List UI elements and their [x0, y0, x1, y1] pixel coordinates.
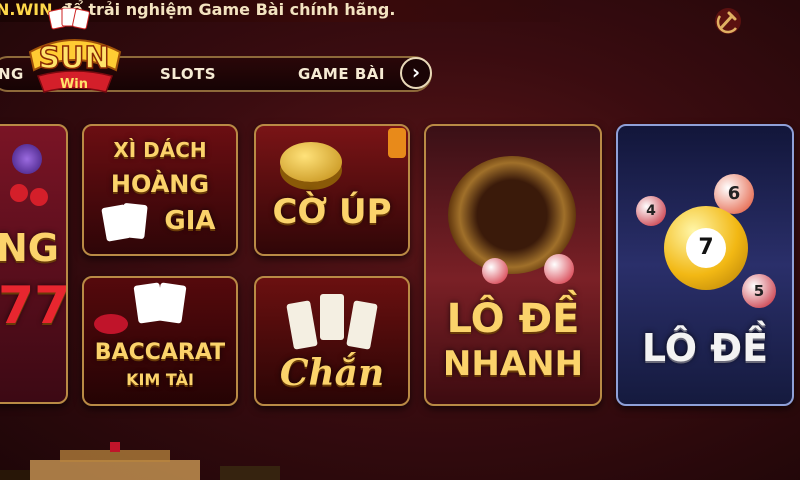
chess-piece-icon	[280, 142, 342, 182]
tab-slots[interactable]: SLOTS	[160, 65, 216, 83]
hammer-sickle-icon[interactable]	[712, 6, 744, 36]
phone-icon	[388, 128, 406, 158]
game-tile-co-up[interactable]: CỜ ÚP	[254, 124, 410, 256]
game-title-line2: NHANH	[442, 344, 584, 384]
chan-card-icon	[320, 294, 344, 340]
game-title-line2: HOÀNG	[110, 170, 210, 198]
tab-partial[interactable]: NG	[0, 65, 24, 83]
game-title-line1: LÔ ĐỀ	[446, 296, 580, 342]
city-skyline-decoration	[0, 442, 280, 480]
game-tile-lo-de-nhanh[interactable]: LÔ ĐỀ NHANH	[424, 124, 602, 406]
game-title-line1: XÌ DÁCH	[113, 138, 207, 162]
cherry-icon	[30, 188, 48, 206]
lottery-ball-icon	[544, 254, 574, 284]
playing-card-icon	[155, 282, 187, 324]
slots-tile-text: NG	[0, 226, 59, 270]
chip-icon	[94, 314, 128, 334]
game-tile-chan[interactable]: Chắn	[254, 276, 410, 406]
tab-game-bai[interactable]: GAME BÀI	[298, 65, 385, 83]
chan-card-icon	[286, 300, 318, 350]
game-tile-lo-de[interactable]: 6 7 4 5 LÔ ĐỀ	[616, 124, 794, 406]
nav-next-button[interactable]: ›	[400, 57, 432, 89]
logo-sub: Win	[60, 77, 88, 92]
grape-icon	[12, 144, 42, 174]
game-title: LÔ ĐỀ	[641, 326, 769, 370]
game-tile-xi-dach-hoang-gia[interactable]: XÌ DÁCH HOÀNG GIA	[82, 124, 238, 256]
game-title: CỜ ÚP	[272, 192, 392, 232]
lottery-ball-icon: 4	[636, 196, 666, 226]
game-title-line3: GIA	[164, 206, 216, 236]
lottery-ball-icon: 5	[742, 274, 776, 308]
cherry-icon	[10, 184, 28, 202]
game-tile-slots-partial[interactable]: NG 77	[0, 124, 68, 404]
slots-tile-number: 77	[0, 276, 68, 336]
game-title-line1: BACCARAT	[94, 340, 226, 365]
lottery-ball-icon	[482, 258, 508, 284]
chan-card-icon	[346, 300, 378, 350]
sunwin-logo[interactable]: SUN Win	[22, 8, 126, 104]
lottery-ball-icon: 7	[664, 206, 748, 290]
game-title-line2: KIM TÀI	[126, 370, 194, 389]
game-tile-baccarat-kim-tai[interactable]: BACCARAT KIM TÀI	[82, 276, 238, 406]
game-title: Chắn	[279, 352, 385, 394]
